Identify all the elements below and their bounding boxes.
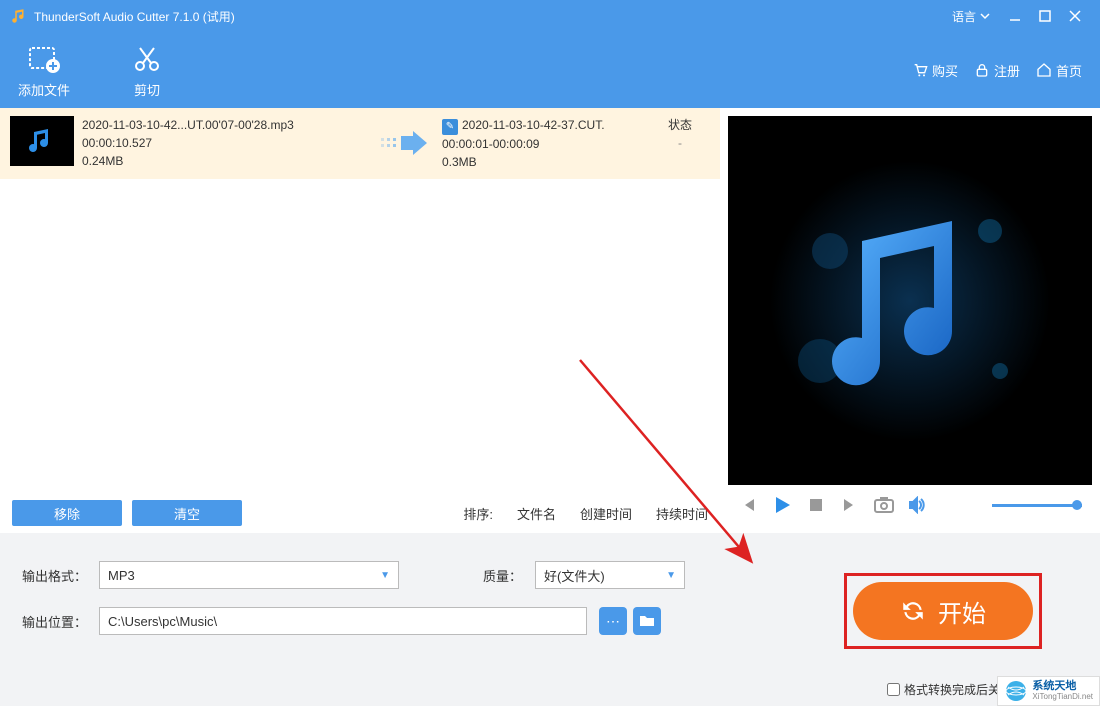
dots-icon: ⋯: [606, 613, 620, 630]
home-icon: [1036, 62, 1052, 78]
destination-range: 00:00:01-00:00:09: [442, 135, 642, 153]
buy-link[interactable]: 购买: [912, 61, 958, 80]
preview-panel: [720, 108, 1100, 533]
file-thumbnail: [10, 116, 74, 166]
shutdown-checkbox-row[interactable]: 格式转换完成后关: [887, 681, 1000, 698]
cart-icon: [912, 62, 928, 78]
status-header: 状态: [650, 116, 710, 134]
start-highlight-box: 开始: [844, 573, 1042, 649]
cut-button[interactable]: 剪切: [130, 42, 164, 99]
source-filesize: 0.24MB: [82, 152, 366, 170]
playback-controls: [728, 485, 1092, 525]
output-format-select[interactable]: MP3▼: [99, 561, 399, 589]
source-file-info: 2020-11-03-10-42...UT.00'07-00'28.mp3 00…: [82, 116, 366, 171]
sort-by-duration[interactable]: 持续时间: [656, 504, 708, 523]
source-duration: 00:00:10.527: [82, 134, 366, 152]
stop-button[interactable]: [806, 495, 826, 515]
home-link[interactable]: 首页: [1036, 61, 1082, 80]
file-list-panel: 2020-11-03-10-42...UT.00'07-00'28.mp3 00…: [0, 108, 720, 533]
destination-filesize: 0.3MB: [442, 153, 642, 171]
destination-filename: 2020-11-03-10-42-37.CUT.: [462, 118, 605, 132]
minimize-button[interactable]: [1000, 1, 1030, 31]
sort-label: 排序:: [463, 504, 493, 523]
chevron-down-icon: ▼: [380, 570, 390, 581]
snapshot-button[interactable]: [874, 495, 894, 515]
clear-button[interactable]: 清空: [132, 500, 242, 526]
output-settings-panel: 输出格式： MP3▼ 质量： 好(文件大)▼ 输出位置： C:\Users\pc…: [0, 533, 1100, 706]
status-cell: 状态 -: [650, 116, 710, 171]
titlebar: ThunderSoft Audio Cutter 7.1.0 (试用) 语言: [0, 0, 1100, 32]
conversion-arrow-icon: [374, 116, 434, 171]
sort-by-filename[interactable]: 文件名: [517, 504, 556, 523]
register-link[interactable]: 注册: [974, 61, 1020, 80]
shutdown-label: 格式转换完成后关: [904, 681, 1000, 698]
output-location-label: 输出位置：: [22, 612, 87, 631]
language-selector[interactable]: 语言: [952, 8, 990, 25]
app-icon: [10, 7, 28, 25]
edit-icon[interactable]: ✎: [442, 119, 458, 135]
volume-icon: [908, 496, 926, 514]
quality-label: 质量：: [483, 566, 523, 585]
chevron-down-icon: ▼: [666, 570, 676, 581]
add-file-button[interactable]: 添加文件: [18, 42, 70, 99]
list-footer: 移除 清空 排序: 文件名 创建时间 持续时间: [0, 493, 720, 533]
browse-button[interactable]: ⋯: [599, 607, 627, 635]
maximize-button[interactable]: [1030, 1, 1060, 31]
music-note-icon: [770, 161, 1050, 441]
remove-button[interactable]: 移除: [12, 500, 122, 526]
scissors-icon: [130, 42, 164, 76]
watermark: 系统天地 XiTongTianDi.net: [997, 676, 1100, 706]
source-filename: 2020-11-03-10-42...UT.00'07-00'28.mp3: [82, 116, 366, 134]
play-button[interactable]: [772, 495, 792, 515]
globe-icon: [1004, 679, 1028, 703]
output-location-input[interactable]: C:\Users\pc\Music\: [99, 607, 587, 635]
next-button[interactable]: [840, 495, 860, 515]
preview-display: [728, 116, 1092, 485]
output-format-label: 输出格式：: [22, 566, 87, 585]
open-folder-button[interactable]: [633, 607, 661, 635]
close-button[interactable]: [1060, 1, 1090, 31]
shutdown-checkbox[interactable]: [887, 683, 900, 696]
main-toolbar: 添加文件 剪切 购买 注册 首页: [0, 32, 1100, 108]
add-file-icon: [27, 42, 61, 76]
cut-label: 剪切: [134, 80, 160, 99]
volume-slider[interactable]: [908, 496, 1082, 514]
status-value: -: [650, 134, 710, 152]
file-row[interactable]: 2020-11-03-10-42...UT.00'07-00'28.mp3 00…: [0, 108, 720, 179]
chevron-down-icon: [980, 11, 990, 21]
lock-icon: [974, 62, 990, 78]
start-button[interactable]: 开始: [853, 582, 1033, 640]
destination-file-info: ✎ 2020-11-03-10-42-37.CUT. 00:00:01-00:00…: [442, 116, 642, 171]
quality-select[interactable]: 好(文件大)▼: [535, 561, 685, 589]
folder-icon: [639, 613, 655, 629]
app-title: ThunderSoft Audio Cutter 7.1.0 (试用): [34, 8, 235, 25]
toolbar-right-links: 购买 注册 首页: [912, 61, 1082, 80]
sort-by-created[interactable]: 创建时间: [580, 504, 632, 523]
refresh-icon: [900, 598, 926, 624]
prev-button[interactable]: [738, 495, 758, 515]
add-file-label: 添加文件: [18, 80, 70, 99]
